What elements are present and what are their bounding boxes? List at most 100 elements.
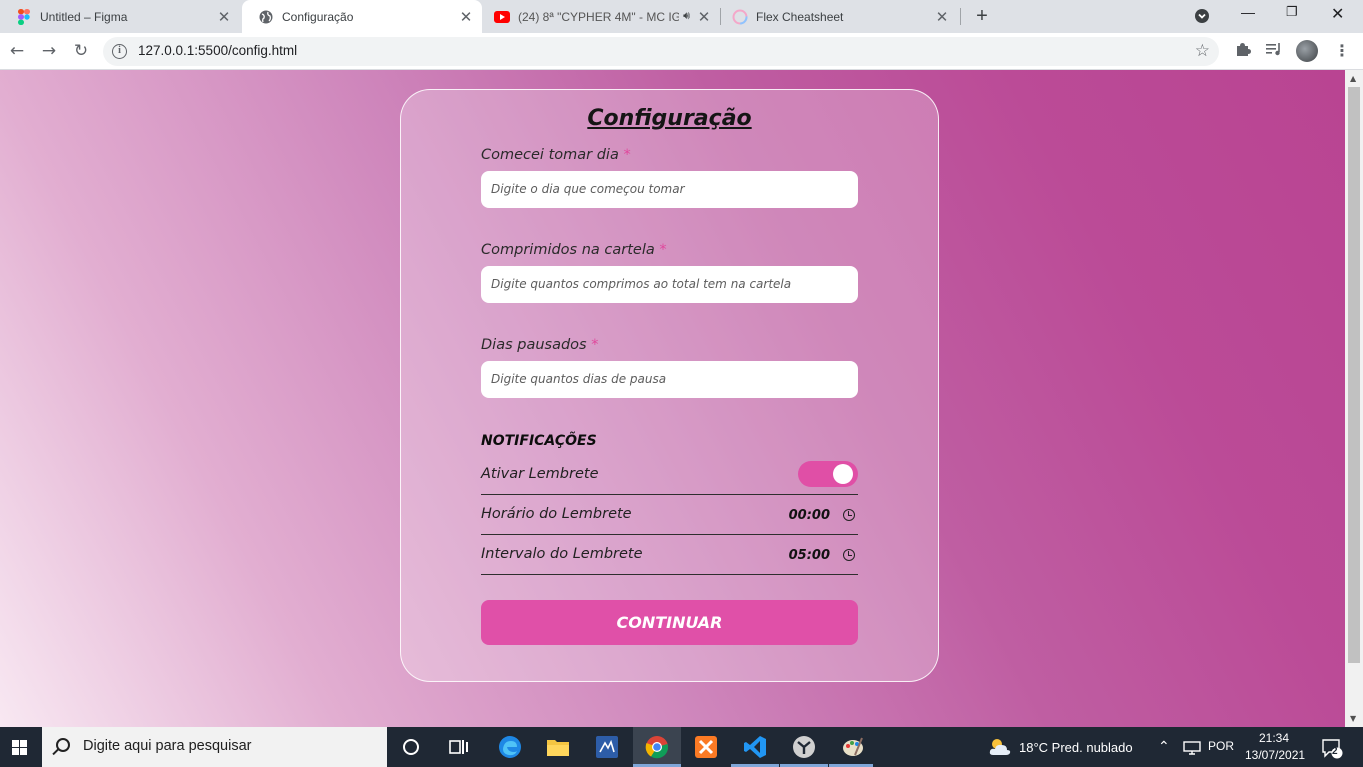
reminder-toggle[interactable] (798, 461, 858, 487)
media-control-icon[interactable] (1266, 41, 1283, 61)
placeholder-text: Digite o dia que começou tomar (491, 182, 685, 196)
profile-avatar[interactable] (1296, 40, 1318, 62)
page-title: Configuração (587, 106, 752, 131)
required-mark: * (591, 337, 599, 353)
extensions-puzzle-icon[interactable] (1235, 41, 1251, 61)
pills-per-pack-label: Comprimidos na cartela * (481, 242, 667, 258)
chevron-up-icon[interactable]: ⌃ (1158, 738, 1170, 755)
close-icon[interactable]: ✕ (456, 8, 476, 26)
search-icon (56, 738, 70, 752)
pause-days-label: Dias pausados * (481, 337, 598, 353)
weather-text[interactable]: 18°C Pred. nublado (1019, 740, 1133, 755)
windows-logo-icon (12, 748, 19, 755)
reminder-time-label: Horário do Lembrete (481, 506, 632, 522)
scroll-down-arrow-icon[interactable]: ▼ (1350, 714, 1356, 723)
chrome-icon[interactable] (645, 735, 669, 759)
reminder-time-row[interactable]: Horário do Lembrete 00:00 (481, 495, 858, 535)
restore-button[interactable]: ❐ (1286, 4, 1298, 20)
tab-youtube[interactable]: (24) 8ª "CYPHER 4M" - MC IG 🔊︎ ✕ (484, 0, 720, 33)
clock-time[interactable]: 21:34 (1259, 731, 1289, 745)
tab-title: Configuração (282, 9, 354, 24)
start-button[interactable] (0, 727, 42, 767)
tab-configuracao[interactable]: Configuração ✕ (242, 0, 482, 33)
taskbar: Digite aqui para pesquisar 18°C Pred. nu… (0, 727, 1363, 767)
pause-days-input[interactable]: Digite quantos dias de pausa (481, 361, 858, 398)
config-card: Configuração Comecei tomar dia * Digite … (400, 89, 939, 682)
browser-toolbar: ← → ↻ i 127.0.0.1:5500/config.html ☆ ⋮ (0, 33, 1363, 70)
scrollbar-thumb[interactable] (1348, 87, 1360, 663)
required-mark: * (659, 242, 667, 258)
placeholder-text: Digite quantos comprimos ao total tem na… (491, 277, 792, 291)
file-explorer-icon[interactable] (546, 735, 570, 759)
url-text: 127.0.0.1:5500/config.html (138, 43, 298, 58)
language-indicator[interactable]: POR (1208, 739, 1234, 753)
taskbar-search-box[interactable]: Digite aqui para pesquisar (42, 727, 387, 767)
vscode-icon[interactable] (743, 735, 767, 759)
paint-palette-icon[interactable] (841, 735, 865, 759)
start-day-label: Comecei tomar dia * (481, 147, 631, 163)
tab-title: Flex Cheatsheet (756, 9, 844, 24)
forward-button[interactable]: → (38, 40, 60, 62)
tab-title: Untitled – Figma (40, 9, 128, 24)
audio-playing-icon[interactable]: 🔊︎ (683, 10, 690, 23)
windows-logo-icon (20, 748, 27, 755)
tab-divider (960, 8, 961, 25)
pills-per-pack-input[interactable]: Digite quantos comprimos ao total tem na… (481, 266, 858, 303)
continue-button[interactable]: CONTINUAR (481, 600, 858, 645)
start-day-input[interactable]: Digite o dia que começou tomar (481, 171, 858, 208)
cortana-icon[interactable] (399, 735, 423, 759)
back-button[interactable]: ← (6, 40, 28, 62)
clock-date[interactable]: 13/07/2021 (1245, 748, 1305, 762)
info-icon[interactable]: i (112, 44, 127, 59)
close-icon[interactable]: ✕ (932, 8, 952, 26)
network-icon[interactable] (1180, 736, 1204, 760)
reminder-interval-row[interactable]: Intervalo do Lembrete 05:00 (481, 535, 858, 575)
taskbar-search-placeholder: Digite aqui para pesquisar (83, 738, 252, 754)
minimize-button[interactable]: — (1241, 4, 1255, 20)
notification-count: 2 (1332, 746, 1338, 757)
globe-icon (258, 9, 274, 25)
reminder-label: Ativar Lembrete (481, 466, 599, 482)
tab-search-icon[interactable] (1194, 8, 1210, 27)
page-scrollbar[interactable]: ▲ ▼ (1345, 70, 1363, 727)
edge-icon[interactable] (498, 735, 522, 759)
tab-figma[interactable]: Untitled – Figma ✕ (0, 0, 240, 33)
clock-icon[interactable] (843, 509, 855, 521)
required-mark: * (623, 147, 631, 163)
bookmark-star-icon[interactable]: ☆ (1195, 41, 1210, 61)
address-bar[interactable]: i 127.0.0.1:5500/config.html ☆ (103, 37, 1219, 66)
reminder-toggle-row: Ativar Lembrete (481, 455, 858, 495)
tab-divider (720, 8, 721, 25)
tab-strip: Untitled – Figma ✕ Configuração ✕ (24) 8… (0, 0, 1363, 33)
reminder-interval-value[interactable]: 05:00 (789, 548, 830, 563)
label-text: Comprimidos na cartela (481, 242, 655, 258)
close-icon[interactable]: ✕ (694, 8, 714, 26)
reload-button[interactable]: ↻ (70, 40, 92, 62)
notifications-heading: NOTIFICAÇÕES (481, 433, 597, 449)
app-shield-icon[interactable] (792, 735, 816, 759)
label-text: Dias pausados (481, 337, 587, 353)
clock-icon[interactable] (843, 549, 855, 561)
task-view-icon[interactable] (447, 735, 471, 759)
page-viewport: Configuração Comecei tomar dia * Digite … (0, 70, 1345, 727)
windows-logo-icon (12, 740, 19, 747)
tab-flex-cheatsheet[interactable]: Flex Cheatsheet ✕ (722, 0, 958, 33)
reminder-time-value[interactable]: 00:00 (789, 508, 830, 523)
kebab-menu-icon[interactable]: ⋮ (1334, 41, 1350, 60)
close-icon[interactable]: ✕ (214, 8, 234, 26)
scroll-up-arrow-icon[interactable]: ▲ (1350, 74, 1356, 83)
weather-cloud-icon[interactable] (988, 735, 1012, 759)
windows-logo-icon (20, 740, 27, 747)
xampp-icon[interactable] (694, 735, 718, 759)
tab-title: (24) 8ª "CYPHER 4M" - MC IG (518, 9, 680, 24)
flex-icon (732, 9, 748, 25)
toggle-knob (833, 464, 853, 484)
label-text: Comecei tomar dia (481, 147, 619, 163)
window-close-button[interactable]: ✕ (1331, 4, 1344, 24)
reminder-interval-label: Intervalo do Lembrete (481, 546, 643, 562)
new-tab-button[interactable]: + (971, 4, 993, 28)
dev-tool-icon[interactable] (595, 735, 619, 759)
placeholder-text: Digite quantos dias de pausa (491, 372, 667, 386)
youtube-icon (494, 9, 510, 25)
figma-icon (16, 8, 32, 25)
